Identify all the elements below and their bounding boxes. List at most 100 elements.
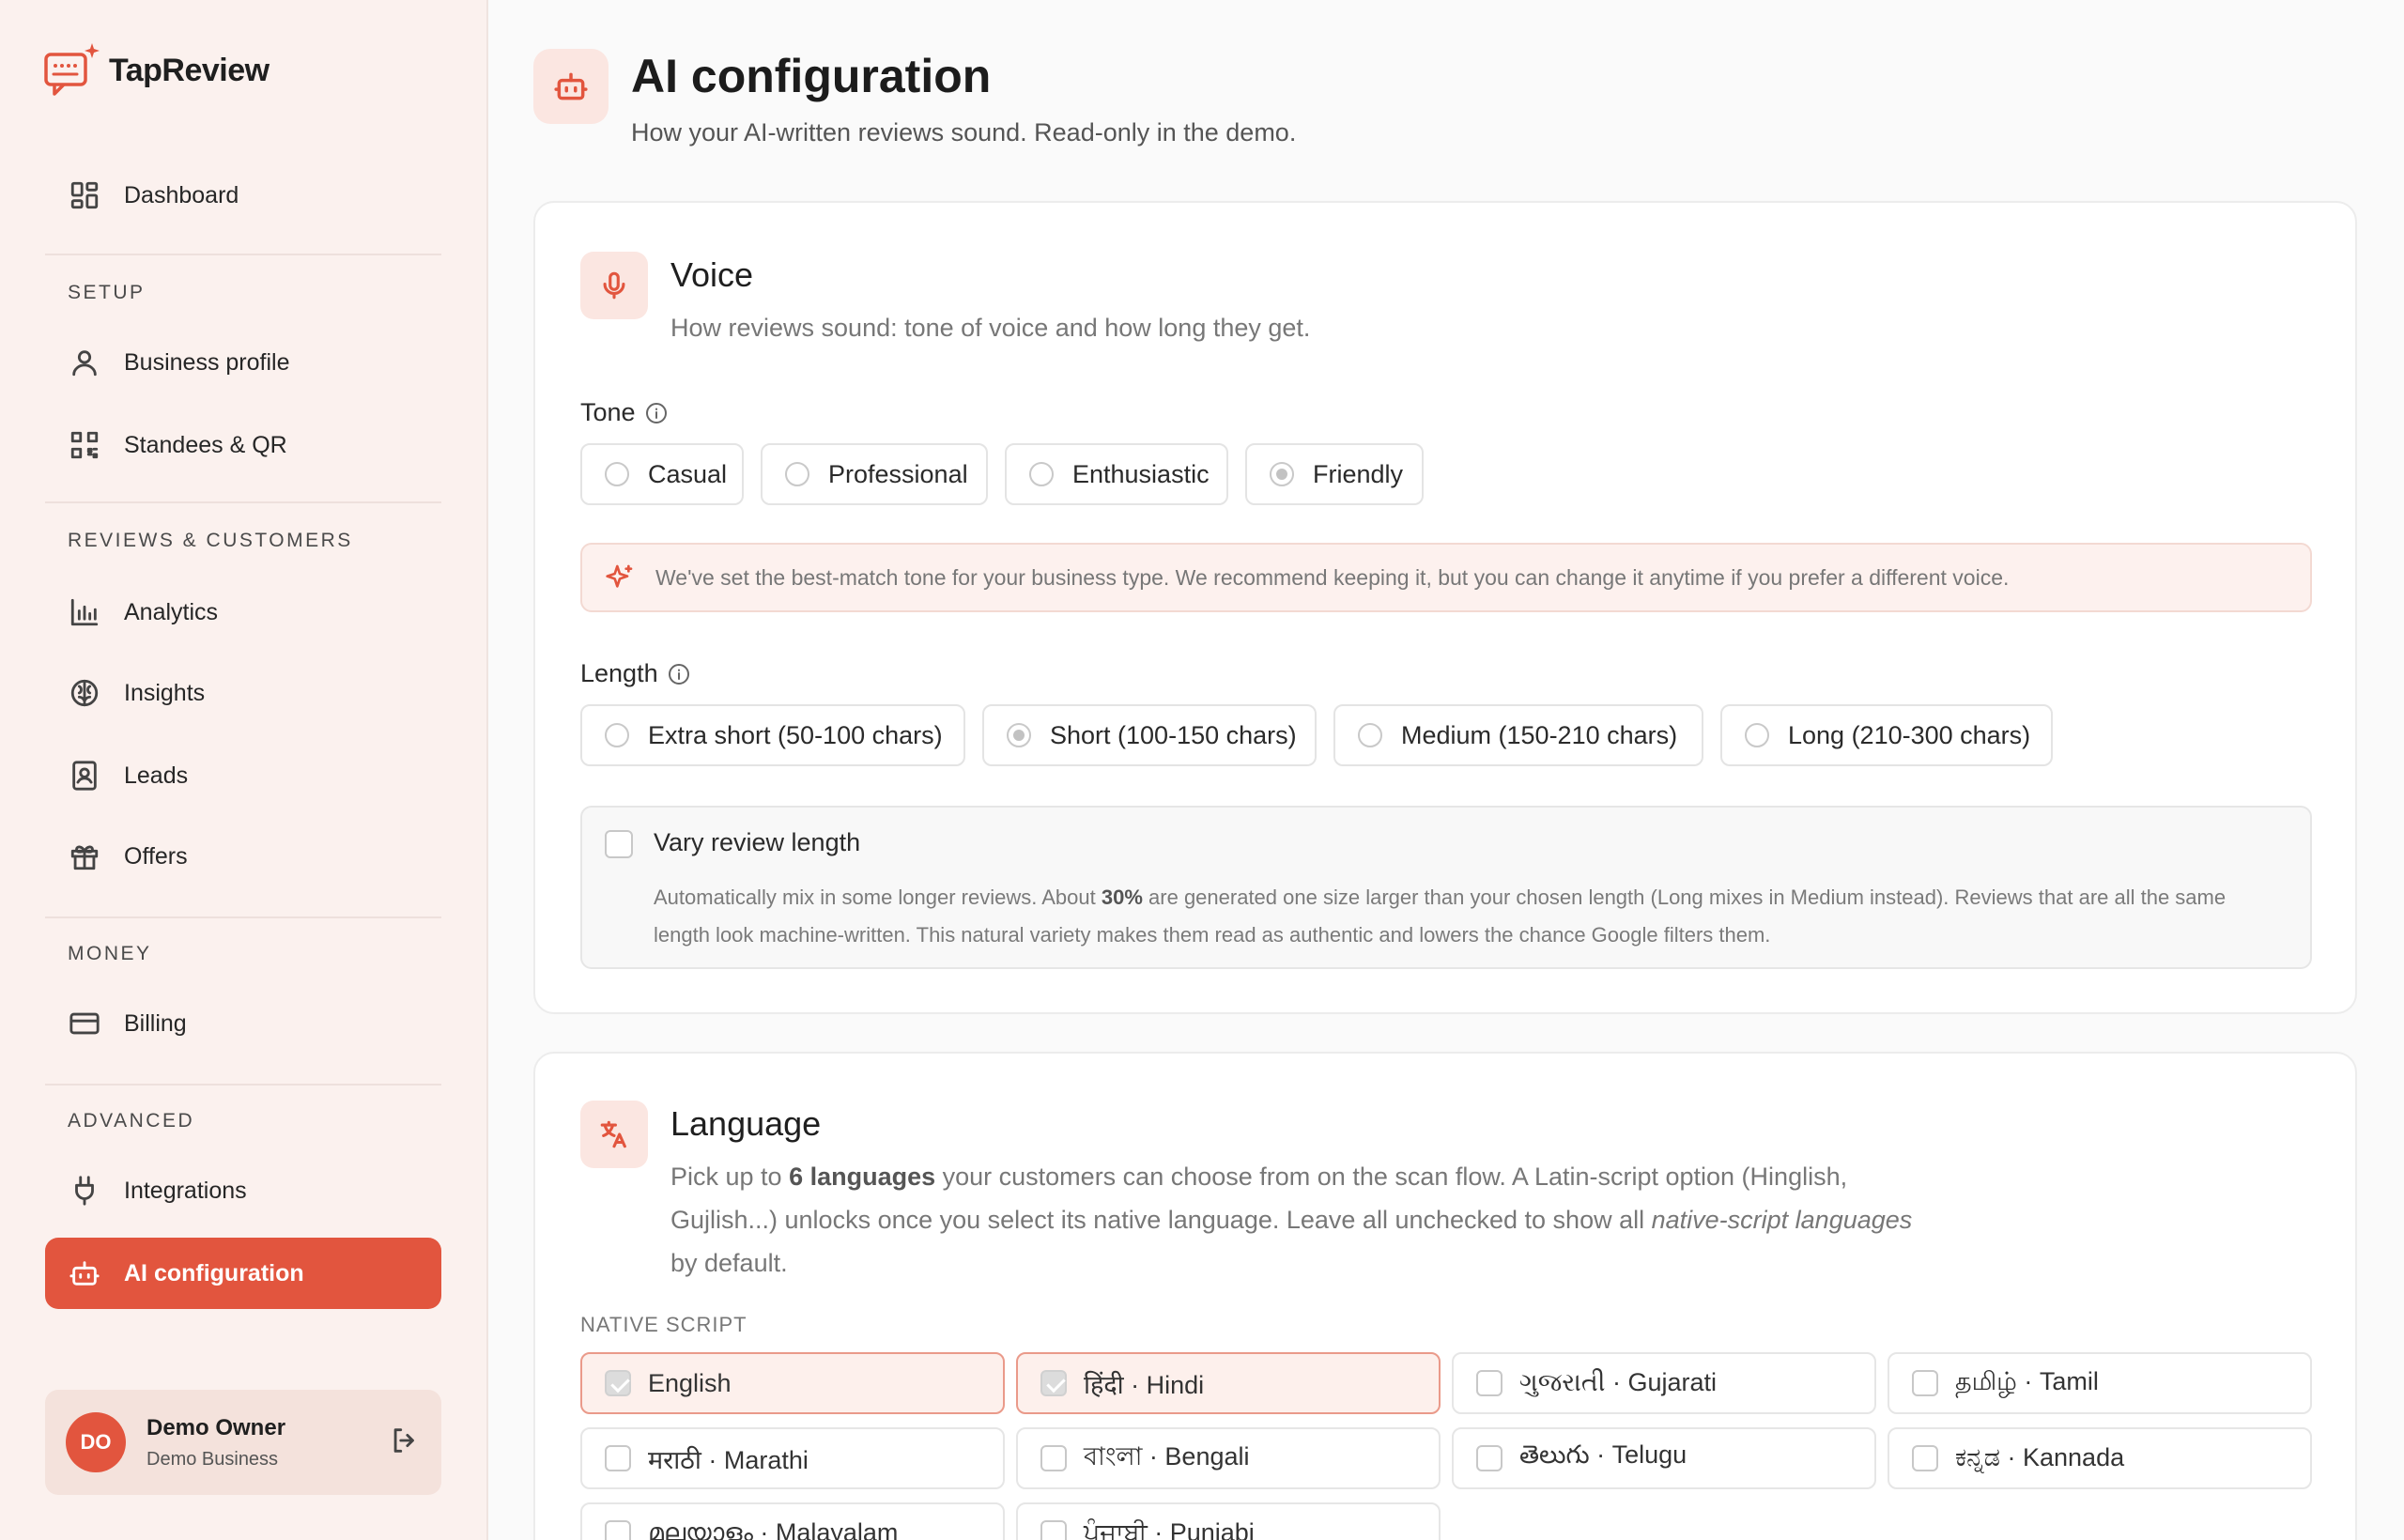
length-option-short[interactable]: Short (100-150 chars) [982, 704, 1317, 766]
language-label: मराठी · Marathi [648, 1445, 809, 1474]
microphone-icon [580, 252, 648, 319]
brand-name: TapReview [109, 52, 270, 88]
language-option-bengali[interactable]: বাংলা · Bengali [1016, 1427, 1441, 1489]
checkbox [1912, 1370, 1938, 1396]
tone-option-professional[interactable]: Professional [761, 443, 988, 505]
info-icon[interactable] [645, 402, 668, 424]
section-label-money: MONEY [68, 943, 152, 964]
divider [45, 501, 441, 503]
length-option-label: Medium (150-210 chars) [1401, 720, 1678, 749]
length-option-medium[interactable]: Medium (150-210 chars) [1333, 704, 1703, 766]
logout-icon[interactable] [389, 1424, 421, 1461]
checkbox [605, 1520, 631, 1540]
bot-icon [68, 1256, 101, 1290]
sidebar-item-ai-configuration[interactable]: AI configuration [45, 1238, 441, 1309]
section-label-advanced: ADVANCED [68, 1110, 195, 1132]
language-label: ગુજરાતી · Gujarati [1519, 1368, 1717, 1396]
radio [785, 462, 809, 486]
language-sub-part: Pick up to [670, 1163, 790, 1191]
sidebar-item-label: Analytics [124, 598, 219, 625]
sidebar-item-label: Business profile [124, 348, 290, 376]
language-label: हिंदी · Hindi [1084, 1370, 1205, 1399]
brain-icon [68, 676, 101, 710]
language-subtitle: Pick up to 6 languages your customers ca… [670, 1155, 1929, 1285]
sidebar-item-dashboard[interactable]: Dashboard [45, 160, 441, 231]
sidebar-item-integrations[interactable]: Integrations [45, 1155, 441, 1226]
sidebar-item-insights[interactable]: Insights [45, 657, 441, 729]
translate-icon [580, 1101, 648, 1168]
checkbox-checked [605, 1370, 631, 1396]
checkbox [1476, 1445, 1502, 1471]
language-label: ಕನ್ನಡ · Kannada [1955, 1443, 2125, 1471]
length-option-label: Short (100-150 chars) [1050, 720, 1297, 749]
plug-icon [68, 1174, 101, 1208]
sidebar-item-billing[interactable]: Billing [45, 988, 441, 1059]
language-option-tamil[interactable]: தமிழ் · Tamil [1888, 1352, 2312, 1414]
voice-card: Voice How reviews sound: tone of voice a… [533, 201, 2357, 1014]
sidebar-item-label: Integrations [124, 1177, 247, 1204]
sidebar-item-label: Offers [124, 842, 188, 870]
language-label: தமிழ் · Tamil [1955, 1366, 2099, 1395]
user-card: DO Demo Owner Demo Business [45, 1390, 441, 1495]
vary-percent: 30% [1101, 886, 1143, 909]
tone-option-casual[interactable]: Casual [580, 443, 744, 505]
avatar: DO [66, 1412, 126, 1472]
divider [45, 916, 441, 918]
voice-subtitle: How reviews sound: tone of voice and how… [670, 314, 1311, 342]
user-name: Demo Owner [146, 1414, 286, 1440]
vary-length-description: Automatically mix in some longer reviews… [654, 879, 2288, 954]
language-option-punjabi[interactable]: ਪੰਜਾਬੀ · Punjabi [1016, 1502, 1441, 1540]
info-icon[interactable] [668, 663, 690, 685]
tone-option-label: Friendly [1313, 459, 1404, 488]
user-business: Demo Business [146, 1448, 279, 1470]
tone-option-friendly[interactable]: Friendly [1245, 443, 1424, 505]
bot-icon [533, 49, 609, 124]
radio [605, 723, 629, 747]
divider [45, 1084, 441, 1086]
tone-option-label: Casual [648, 459, 728, 488]
qr-code-icon [68, 428, 101, 462]
language-sub-part: by default. [670, 1249, 788, 1277]
vary-length-box: Vary review length Automatically mix in … [580, 806, 2312, 969]
sidebar-item-label: AI configuration [124, 1259, 304, 1286]
brand-logo[interactable]: TapReview [43, 41, 270, 100]
language-card: Language Pick up to 6 languages your cus… [533, 1052, 2357, 1540]
language-option-english[interactable]: English [580, 1352, 1005, 1414]
language-option-gujarati[interactable]: ગુજરાતી · Gujarati [1452, 1352, 1876, 1414]
language-option-telugu[interactable]: తెలుగు · Telugu [1452, 1427, 1876, 1489]
dashboard-icon [68, 178, 101, 212]
vary-text-part: Automatically mix in some longer reviews… [654, 886, 1102, 909]
radio [1029, 462, 1054, 486]
checkbox [1040, 1445, 1067, 1471]
gift-icon [68, 839, 101, 873]
radio [605, 462, 629, 486]
page-subtitle: How your AI-written reviews sound. Read-… [631, 118, 1297, 146]
vary-length-checkbox[interactable] [605, 830, 633, 858]
sidebar-item-analytics[interactable]: Analytics [45, 577, 441, 648]
vary-length-title: Vary review length [654, 828, 861, 856]
tone-notice: We've set the best-match tone for your b… [580, 543, 2312, 612]
tone-option-enthusiastic[interactable]: Enthusiastic [1005, 443, 1228, 505]
length-option-long[interactable]: Long (210-300 chars) [1720, 704, 2053, 766]
sidebar-item-business-profile[interactable]: Business profile [45, 327, 441, 398]
tone-label: Tone [580, 398, 668, 427]
language-option-hindi[interactable]: हिंदी · Hindi [1016, 1352, 1441, 1414]
checkbox [1912, 1445, 1938, 1471]
sidebar-item-label: Leads [124, 762, 189, 789]
user-icon [68, 346, 101, 379]
contact-card-icon [68, 759, 101, 793]
language-option-malayalam[interactable]: മലയാളം · Malayalam [580, 1502, 1005, 1540]
sparkles-icon [606, 564, 633, 588]
language-option-kannada[interactable]: ಕನ್ನಡ · Kannada [1888, 1427, 2312, 1489]
language-title: Language [670, 1104, 822, 1143]
length-label-text: Length [580, 659, 658, 687]
language-option-marathi[interactable]: मराठी · Marathi [580, 1427, 1005, 1489]
checkbox [605, 1445, 631, 1471]
sidebar-item-leads[interactable]: Leads [45, 740, 441, 811]
sidebar-item-offers[interactable]: Offers [45, 821, 441, 892]
sidebar-item-standees[interactable]: Standees & QR [45, 409, 441, 481]
length-option-extra-short[interactable]: Extra short (50-100 chars) [580, 704, 965, 766]
language-label: മലയാളം · Malayalam [648, 1518, 899, 1540]
radio [1358, 723, 1382, 747]
native-script-label: NATIVE SCRIPT [580, 1313, 747, 1336]
